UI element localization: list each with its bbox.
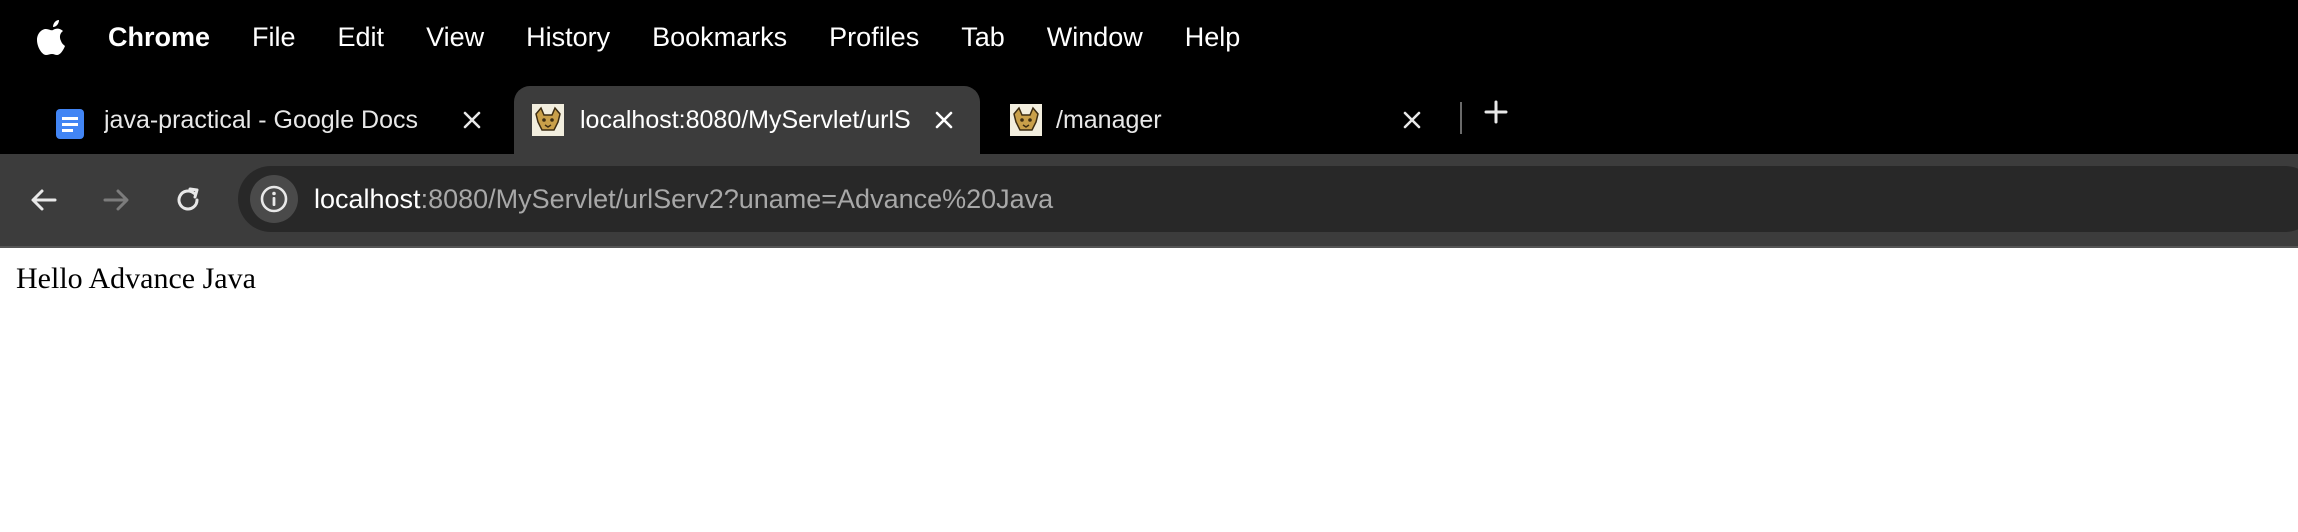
menu-items: Chrome File Edit View History Bookmarks … [108, 0, 1282, 74]
menu-bookmarks[interactable]: Bookmarks [652, 22, 787, 53]
tab-strip: java-practical - Google Docs localhost:8… [0, 74, 2298, 154]
tab-title: localhost:8080/MyServlet/urlS [580, 105, 911, 134]
new-tab-plus-icon[interactable] [1478, 94, 1514, 130]
close-tab-icon[interactable] [1396, 104, 1428, 136]
apple-logo-icon[interactable] [36, 18, 70, 56]
tab-title: java-practical - Google Docs [104, 105, 419, 134]
menu-window[interactable]: Window [1047, 22, 1143, 53]
close-tab-icon[interactable] [456, 104, 488, 136]
tab-localhost-servlet[interactable]: localhost:8080/MyServlet/urlS [514, 86, 980, 154]
tab-title: /manager [1056, 105, 1162, 134]
google-docs-icon [56, 109, 84, 139]
menu-help[interactable]: Help [1185, 22, 1241, 53]
page-content-text: Hello Advance Java [16, 262, 256, 295]
back-arrow-icon[interactable] [20, 176, 68, 224]
tab-divider [1460, 102, 1462, 134]
reload-icon[interactable] [164, 176, 212, 224]
tomcat-icon [1010, 104, 1042, 136]
macos-menu-bar: Chrome File Edit View History Bookmarks … [0, 0, 2298, 74]
menu-view[interactable]: View [426, 22, 484, 53]
menu-profiles[interactable]: Profiles [829, 22, 919, 53]
menu-history[interactable]: History [526, 22, 610, 53]
url-text[interactable]: localhost:8080/MyServlet/urlServ2?uname=… [314, 166, 1053, 232]
tab-google-docs[interactable]: java-practical - Google Docs [30, 86, 506, 154]
close-tab-icon[interactable] [928, 104, 960, 136]
url-host: localhost [314, 184, 421, 214]
tomcat-icon [532, 104, 564, 136]
forward-arrow-icon[interactable] [92, 176, 140, 224]
menu-file[interactable]: File [252, 22, 296, 53]
info-icon[interactable] [250, 175, 298, 223]
tab-manager[interactable]: /manager [988, 86, 1450, 154]
menu-tab[interactable]: Tab [961, 22, 1005, 53]
address-bar[interactable]: localhost:8080/MyServlet/urlServ2?uname=… [238, 166, 2298, 232]
menu-edit[interactable]: Edit [338, 22, 385, 53]
page-viewport: Hello Advance Java [0, 248, 2298, 532]
menu-app-chrome[interactable]: Chrome [108, 22, 210, 53]
url-path: :8080/MyServlet/urlServ2?uname=Advance%2… [420, 184, 1054, 214]
browser-toolbar: localhost:8080/MyServlet/urlServ2?uname=… [0, 154, 2298, 248]
